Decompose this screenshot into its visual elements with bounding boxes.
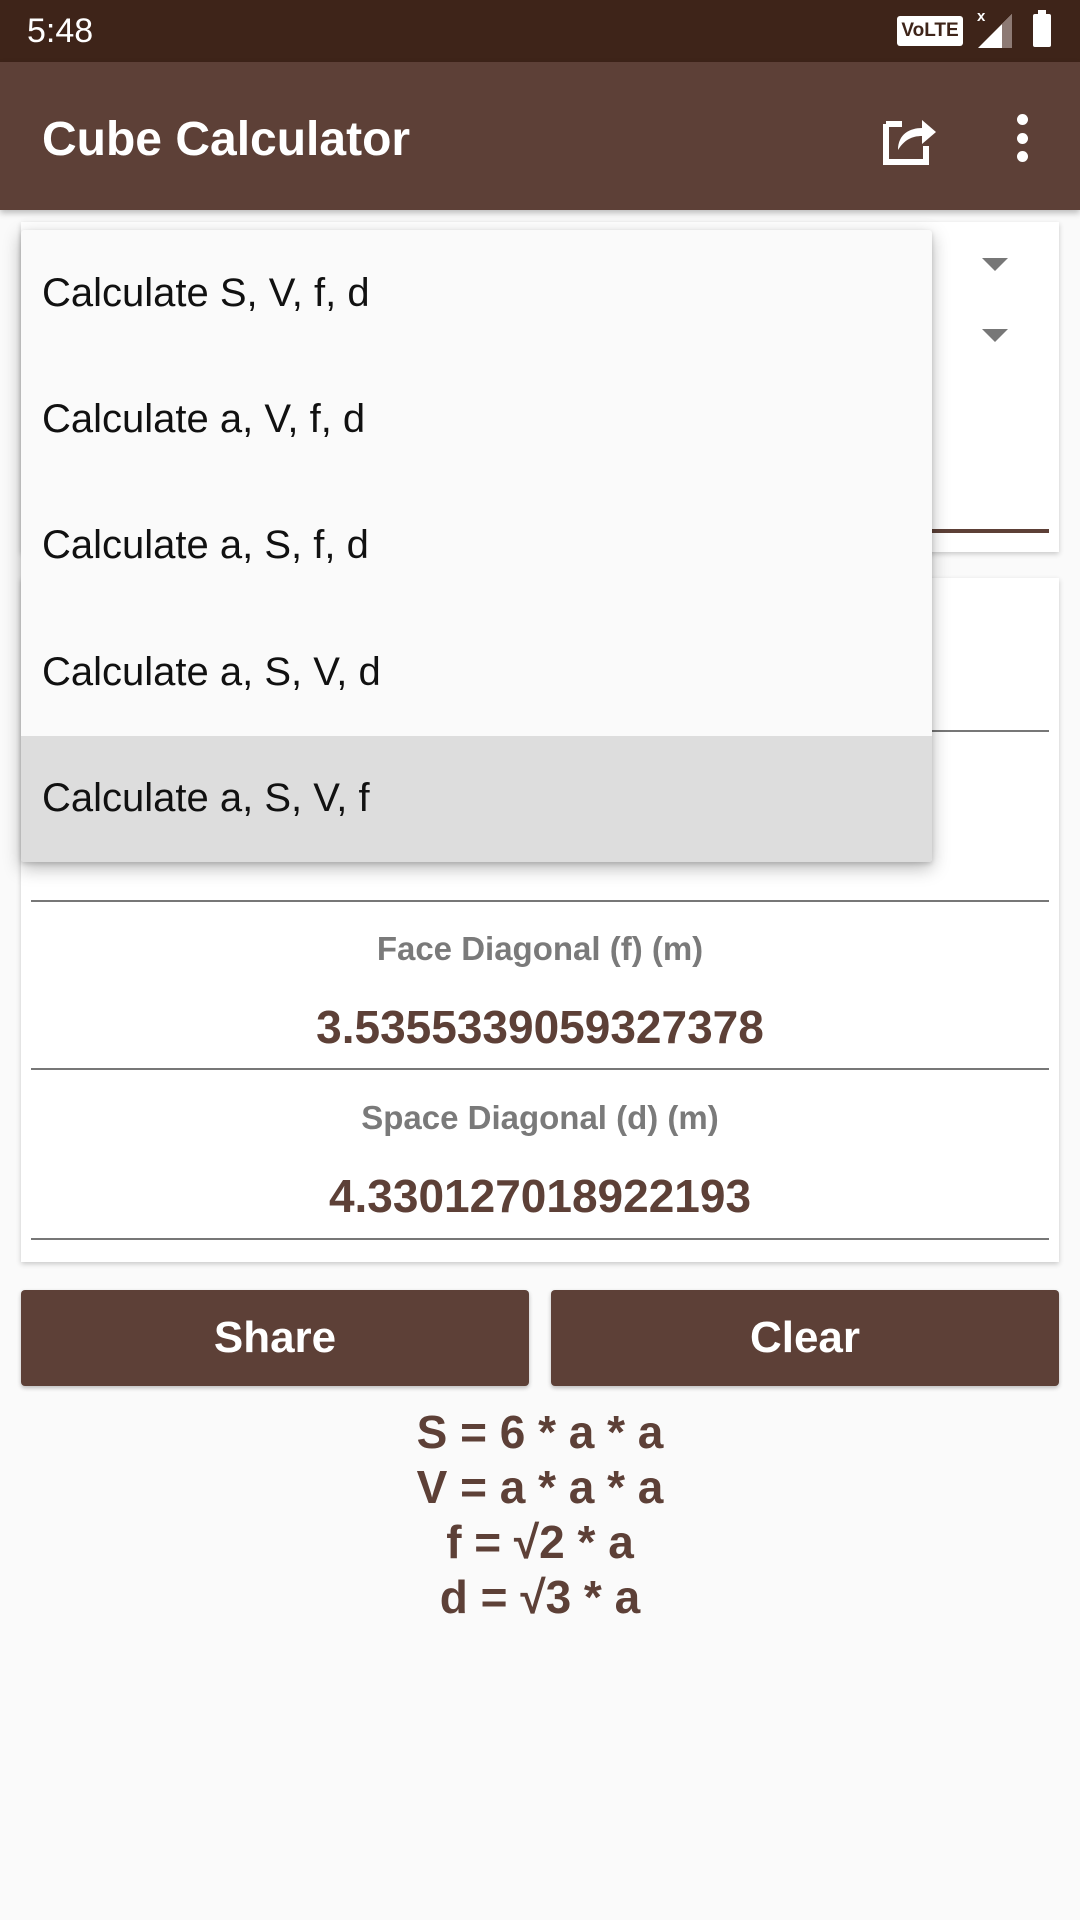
space-diagonal-label: Space Diagonal (d) (m): [361, 1099, 719, 1136]
formula-surface: S = 6 * a * a: [416, 1406, 664, 1458]
formula-face-diagonal: f = √2 * a: [446, 1516, 634, 1568]
app-bar: Cube Calculator: [0, 62, 1080, 210]
battery-icon: [1033, 10, 1051, 47]
face-diagonal-value[interactable]: 3.5355339059327378: [21, 1000, 1059, 1054]
formulas: S = 6 * a * a V = a * a * a f = √2 * a d…: [0, 1405, 1080, 1625]
formula-space-diagonal: d = √3 * a: [439, 1571, 641, 1623]
clear-button[interactable]: Clear: [551, 1290, 1059, 1386]
status-bar: 5:48 VoLTE x: [0, 0, 1080, 62]
volume-underline: [31, 900, 1049, 902]
dropdown-option-highlighted[interactable]: Calculate a, S, V, f: [21, 735, 932, 862]
mode-spinner-arrow-icon[interactable]: [982, 258, 1008, 271]
dropdown-option[interactable]: Calculate a, S, V, d: [21, 609, 932, 735]
formula-volume: V = a * a * a: [416, 1461, 664, 1513]
face-diagonal-label: Face Diagonal (f) (m): [376, 930, 704, 967]
share-button[interactable]: Share: [21, 1290, 529, 1386]
share-icon[interactable]: [880, 110, 940, 166]
status-time: 5:48: [27, 12, 94, 50]
dropdown-option[interactable]: Calculate a, V, f, d: [21, 356, 932, 482]
dropdown-option[interactable]: Calculate a, S, f, d: [21, 483, 932, 609]
app-title: Cube Calculator: [42, 113, 411, 166]
dropdown-option[interactable]: Calculate S, V, f, d: [21, 230, 932, 356]
space-diagonal-field: Space Diagonal (d) (m) 4.330127018922193: [21, 1099, 1059, 1223]
face-diagonal-underline: [31, 1068, 1049, 1070]
volte-icon: VoLTE: [897, 16, 963, 46]
unit-spinner-arrow-icon[interactable]: [982, 329, 1008, 342]
more-options-icon[interactable]: [1008, 114, 1036, 162]
space-diagonal-underline: [31, 1238, 1049, 1240]
space-diagonal-value[interactable]: 4.330127018922193: [21, 1169, 1059, 1223]
calculation-mode-dropdown: Calculate S, V, f, d Calculate a, V, f, …: [21, 230, 932, 862]
dot: [1016, 132, 1028, 144]
dot: [1016, 151, 1028, 162]
signal-icon: [978, 14, 1012, 48]
dot: [1016, 114, 1028, 125]
face-diagonal-field: Face Diagonal (f) (m) 3.5355339059327378: [21, 930, 1059, 1054]
